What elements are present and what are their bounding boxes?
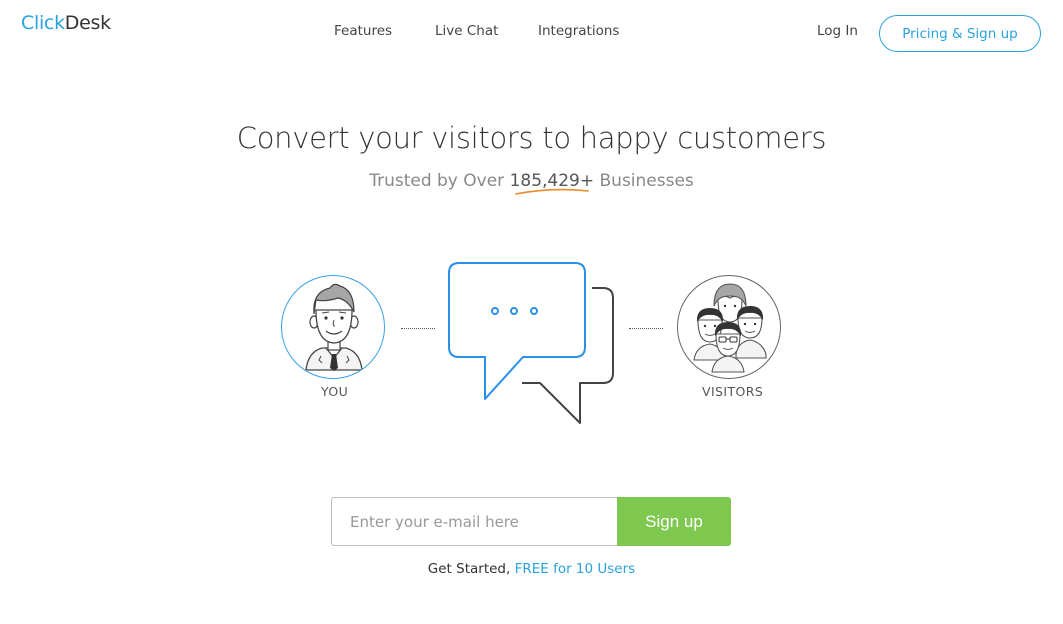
clickdesk-logo[interactable]: ClickDesk <box>21 12 111 34</box>
get-started-note: Get Started, FREE for 10 Users <box>0 561 1063 577</box>
get-started-text: Get Started, <box>427 561 515 577</box>
nav-integrations[interactable]: Integrations <box>538 23 619 39</box>
free-users-link[interactable]: FREE for 10 Users <box>515 561 636 577</box>
dotted-connector-left <box>401 328 435 329</box>
orange-swoosh-underline <box>515 188 589 195</box>
email-input[interactable] <box>331 497 618 546</box>
hero-title: Convert your visitors to happy customers <box>236 121 827 155</box>
visitors-avatar <box>677 275 781 379</box>
you-label: YOU <box>321 384 349 399</box>
nav-live-chat[interactable]: Live Chat <box>435 23 498 39</box>
visitors-group-icon <box>693 283 767 373</box>
logo-desk: Desk <box>64 12 111 34</box>
subtitle-prefix: Trusted by Over <box>369 171 510 191</box>
chat-bubbles-icon <box>448 262 614 424</box>
subtitle-suffix: Businesses <box>594 171 694 191</box>
agent-person-icon <box>305 283 363 371</box>
front-bubble <box>448 262 586 400</box>
nav-features[interactable]: Features <box>334 23 392 39</box>
visitors-label: VISITORS <box>702 384 764 399</box>
login-link[interactable]: Log In <box>817 23 858 39</box>
pricing-signup-button[interactable]: Pricing & Sign up <box>879 15 1041 52</box>
dotted-connector-right <box>629 328 663 329</box>
you-avatar <box>281 275 385 379</box>
logo-click: Click <box>21 12 65 34</box>
signup-button[interactable]: Sign up <box>617 497 731 546</box>
